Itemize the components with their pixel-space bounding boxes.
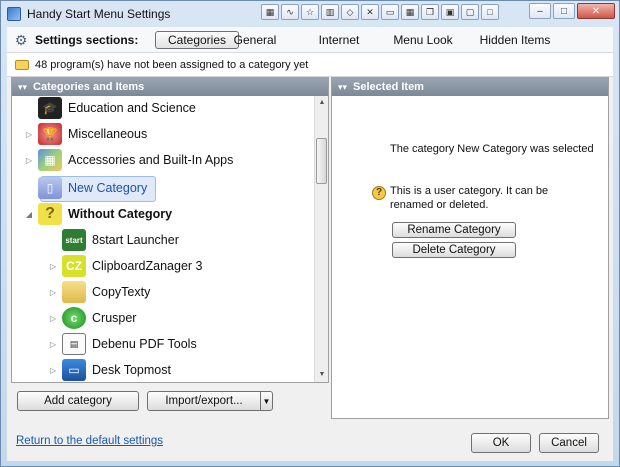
sections-bar: ⚙ Settings sections: Categories General … (7, 27, 613, 53)
tree-item[interactable]: ▷ CZ ClipboardZanager 3 (48, 254, 203, 278)
window-title: Handy Start Menu Settings (27, 7, 171, 21)
tree-item[interactable]: ▯ New Category (24, 176, 147, 200)
x-tool-icon[interactable]: ✕ (361, 4, 379, 20)
tree-item[interactable]: ▷ ▭ Desk Topmost (48, 358, 171, 382)
tree-item[interactable]: ▷ c Crusper (48, 306, 136, 330)
node-icon[interactable]: ◇ (341, 4, 359, 20)
tree-item[interactable]: ▷ ▤ Debenu PDF Tools (48, 332, 197, 356)
selected-category-text: The category New Category was selected (390, 143, 594, 155)
expander-icon[interactable]: ▷ (24, 156, 34, 165)
tree-item-label: CopyTexty (92, 285, 151, 299)
tree-item[interactable]: ▷ ▦ Accessories and Built-In Apps (24, 148, 233, 172)
selected-item-title: Selected Item (353, 81, 424, 93)
expander-icon[interactable]: ▷ (48, 288, 58, 297)
import-export-button[interactable]: Import/export... ▼ (147, 391, 273, 411)
minimize-button[interactable]: – (529, 3, 551, 19)
category-tree[interactable]: 🎓 Education and Science ▷ 🏆 Miscellaneou… (12, 96, 314, 382)
expander-icon[interactable]: ▷ (48, 366, 58, 375)
tree-item-label: Without Category (68, 207, 173, 221)
grid-icon[interactable]: ▦ (261, 4, 279, 20)
tree-item[interactable]: ◢ ? Without Category (24, 202, 172, 226)
tree-item[interactable]: ▷ 🏆 Miscellaneous (24, 122, 147, 146)
copy-icon[interactable]: ❐ (421, 4, 439, 20)
screen-icon[interactable]: ▭ (381, 4, 399, 20)
settings-sliders-icon: ⚙ (14, 31, 28, 48)
tile-icon[interactable]: ▣ (441, 4, 459, 20)
categories-panel-header: ▾▾ Categories and Items (12, 78, 328, 96)
reset-defaults-link[interactable]: Return to the default settings (16, 435, 163, 447)
tree-item-label: 8start Launcher (92, 233, 179, 247)
window-controls: – □ ✕ (529, 3, 615, 19)
add-category-button[interactable]: Add category (17, 391, 139, 411)
trophy-icon: 🏆 (38, 123, 62, 145)
tab-menu-look[interactable]: Menu Look (385, 31, 461, 49)
tree-item[interactable]: ▷ CopyTexty (48, 280, 150, 304)
cz-icon: CZ (62, 255, 86, 277)
close-button[interactable]: ✕ (577, 3, 615, 19)
tree-item-label: Miscellaneous (68, 127, 148, 141)
selected-item-panel: ▾▾ Selected Item The category New Catego… (331, 77, 609, 419)
grid-small-icon[interactable]: ▦ (401, 4, 419, 20)
tree-item-label: Accessories and Built-In Apps (68, 153, 234, 167)
apps-grid-icon: ▦ (38, 149, 62, 171)
8start-icon: start (62, 229, 86, 251)
tree-scrollbar[interactable]: ▲ ▼ (314, 96, 328, 382)
tree-item-label: ClipboardZanager 3 (92, 259, 203, 273)
title-toolstrip: ▦ ∿ ☆ ▥ ◇ ✕ ▭ ▦ ❐ ▣ ▢ □ (261, 3, 499, 21)
tab-hidden-items[interactable]: Hidden Items (473, 31, 557, 49)
graph-icon[interactable]: ∿ (281, 4, 299, 20)
pdf-doc-icon: ▤ (62, 333, 86, 355)
categories-panel: ▾▾ Categories and Items 🎓 Education and … (11, 77, 329, 383)
info-bar: 48 program(s) have not been assigned to … (7, 53, 613, 77)
selected-item-header: ▾▾ Selected Item (332, 78, 608, 96)
title-bar[interactable]: Handy Start Menu Settings ▦ ∿ ☆ ▥ ◇ ✕ ▭ … (1, 1, 619, 27)
collapse-arrow-icon[interactable]: ◢ (24, 210, 34, 219)
tree-item[interactable]: start 8start Launcher (48, 228, 179, 252)
expander-icon[interactable]: ▷ (48, 262, 58, 271)
crusper-icon: c (62, 307, 86, 329)
desktop-icon: ▭ (62, 359, 86, 381)
scroll-down-icon[interactable]: ▼ (315, 368, 329, 382)
dropdown-arrow-icon[interactable]: ▼ (260, 392, 272, 410)
expander-icon[interactable]: ▷ (48, 314, 58, 323)
maximize-button[interactable]: □ (553, 3, 575, 19)
book-icon: ▯ (38, 177, 62, 199)
expander-icon[interactable]: ▷ (48, 340, 58, 349)
question-icon: ? (372, 186, 386, 200)
cancel-button[interactable]: Cancel (539, 433, 599, 453)
scroll-up-icon[interactable]: ▲ (315, 96, 329, 110)
client-area: ⚙ Settings sections: Categories General … (7, 27, 613, 461)
app-icon (7, 7, 21, 21)
tree-item-label: New Category (68, 181, 148, 195)
bar-chart-icon[interactable]: ▥ (321, 4, 339, 20)
tree-item-label: Education and Science (68, 101, 196, 115)
categories-panel-title: Categories and Items (33, 81, 145, 93)
tab-internet[interactable]: Internet (307, 31, 371, 49)
tree-item-label: Crusper (92, 311, 137, 325)
sections-label: Settings sections: (35, 32, 139, 47)
user-category-info: This is a user category. It can be renam… (390, 185, 549, 211)
question-icon: ? (38, 203, 62, 225)
delete-category-button[interactable]: Delete Category (392, 242, 516, 258)
message-icon (15, 59, 29, 70)
tree-item-label: Debenu PDF Tools (92, 337, 197, 351)
graduation-cap-icon: 🎓 (38, 97, 62, 119)
monitor-icon[interactable]: ▢ (461, 4, 479, 20)
tree-item[interactable]: 🎓 Education and Science (24, 96, 196, 120)
scroll-thumb[interactable] (316, 138, 327, 184)
expander-icon[interactable]: ▷ (24, 130, 34, 139)
star-icon[interactable]: ☆ (301, 4, 319, 20)
folder-icon (62, 281, 86, 303)
square-icon[interactable]: □ (481, 4, 499, 20)
import-export-label: Import/export... (165, 395, 243, 407)
collapse-icon[interactable]: ▾▾ (18, 82, 27, 93)
rename-category-button[interactable]: Rename Category (392, 222, 516, 238)
ok-button[interactable]: OK (471, 433, 531, 453)
collapse-icon[interactable]: ▾▾ (338, 82, 347, 93)
settings-window: Handy Start Menu Settings ▦ ∿ ☆ ▥ ◇ ✕ ▭ … (0, 0, 620, 467)
tree-item-label: Desk Topmost (92, 363, 171, 377)
tab-general[interactable]: General (223, 31, 287, 49)
unassigned-info-text: 48 program(s) have not been assigned to … (35, 58, 309, 71)
